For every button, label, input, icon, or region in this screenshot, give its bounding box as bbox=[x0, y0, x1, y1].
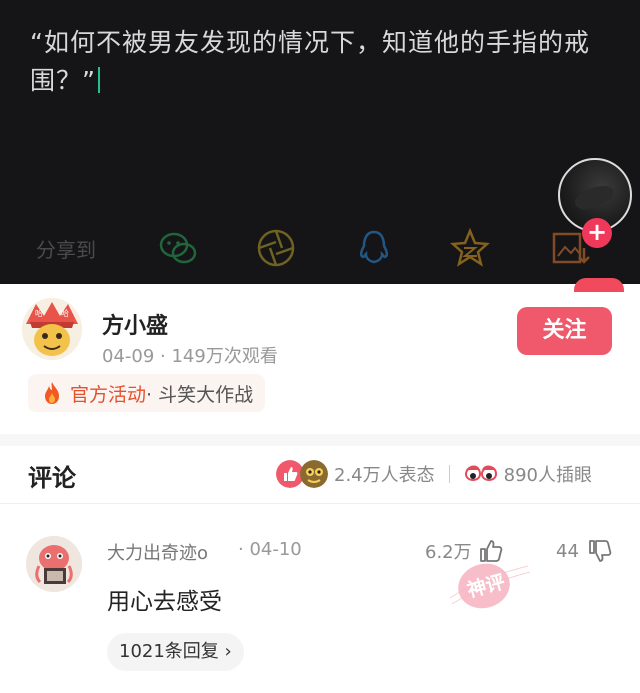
comment-dislike-button[interactable]: 44 bbox=[556, 538, 613, 564]
comments-title: 评论 bbox=[28, 464, 76, 492]
separator bbox=[448, 465, 450, 483]
commenter-name[interactable]: 大力出奇迹o bbox=[107, 539, 208, 565]
view-replies-button[interactable]: 1021条回复 › bbox=[107, 633, 244, 671]
eyes-icon bbox=[464, 465, 497, 481]
activity-name: · 斗笑大作战 bbox=[146, 383, 254, 406]
reaction-summary[interactable]: 2.4万人表态 890人插眼 bbox=[276, 458, 592, 490]
qzone-icon[interactable] bbox=[448, 226, 492, 270]
save-image-icon[interactable] bbox=[548, 226, 592, 270]
post-meta: 04-09 · 149万次观看 bbox=[102, 346, 278, 367]
author-name[interactable]: 方小盛 bbox=[102, 308, 168, 340]
dislike-count: 44 bbox=[556, 540, 579, 562]
cartoon-avatar-icon: 哈 哈 bbox=[22, 298, 82, 360]
author-section: 哈 哈 方小盛 04-09 · 149万次观看 关注 官方活动 · 斗笑大作战 bbox=[0, 284, 640, 434]
comment-date: · 04-10 bbox=[238, 539, 302, 560]
comment-text: 用心去感受 bbox=[107, 589, 222, 615]
moments-icon[interactable] bbox=[254, 226, 298, 270]
thumbs-down-icon bbox=[589, 540, 612, 562]
insert-eye-count: 890人插眼 bbox=[503, 465, 592, 486]
reaction-count: 2.4万人表态 bbox=[334, 465, 435, 486]
author-avatar[interactable]: 哈 哈 bbox=[22, 298, 82, 360]
wechat-icon[interactable] bbox=[156, 226, 200, 270]
video-panel[interactable]: “如何不被男友发现的情况下，知道他的手指的戒围？” + 分享到 bbox=[0, 0, 640, 284]
activity-tag[interactable]: 官方活动 · 斗笑大作战 bbox=[28, 374, 266, 412]
fire-icon bbox=[45, 382, 59, 404]
qq-icon[interactable] bbox=[352, 226, 396, 270]
god-comment-stamp: 神评 bbox=[450, 563, 530, 609]
activity-label: 官方活动 bbox=[70, 383, 147, 406]
share-label: 分享到 bbox=[36, 238, 96, 262]
comment-item: 大力出奇迹o · 04-10 6.2万 44 神评 用心去感受 1021条回复 … bbox=[0, 504, 640, 693]
commenter-avatar[interactable] bbox=[26, 536, 82, 592]
octopus-avatar-icon bbox=[26, 536, 82, 592]
like-heart-icon[interactable] bbox=[574, 278, 624, 292]
funny-face-reaction-icon bbox=[300, 460, 328, 488]
video-caption-text: “如何不被男友发现的情况下，知道他的手指的戒围？” bbox=[30, 28, 590, 95]
comments-header: 评论 2.4万人表态 890人插眼 bbox=[0, 446, 640, 504]
share-bar: 分享到 bbox=[0, 222, 640, 274]
svg-text:哈: 哈 bbox=[35, 308, 43, 318]
video-caption: “如何不被男友发现的情况下，知道他的手指的戒围？” bbox=[30, 24, 590, 100]
svg-text:哈: 哈 bbox=[61, 308, 69, 318]
section-divider bbox=[0, 434, 640, 446]
follow-button[interactable]: 关注 bbox=[517, 307, 612, 355]
text-cursor bbox=[97, 67, 100, 93]
